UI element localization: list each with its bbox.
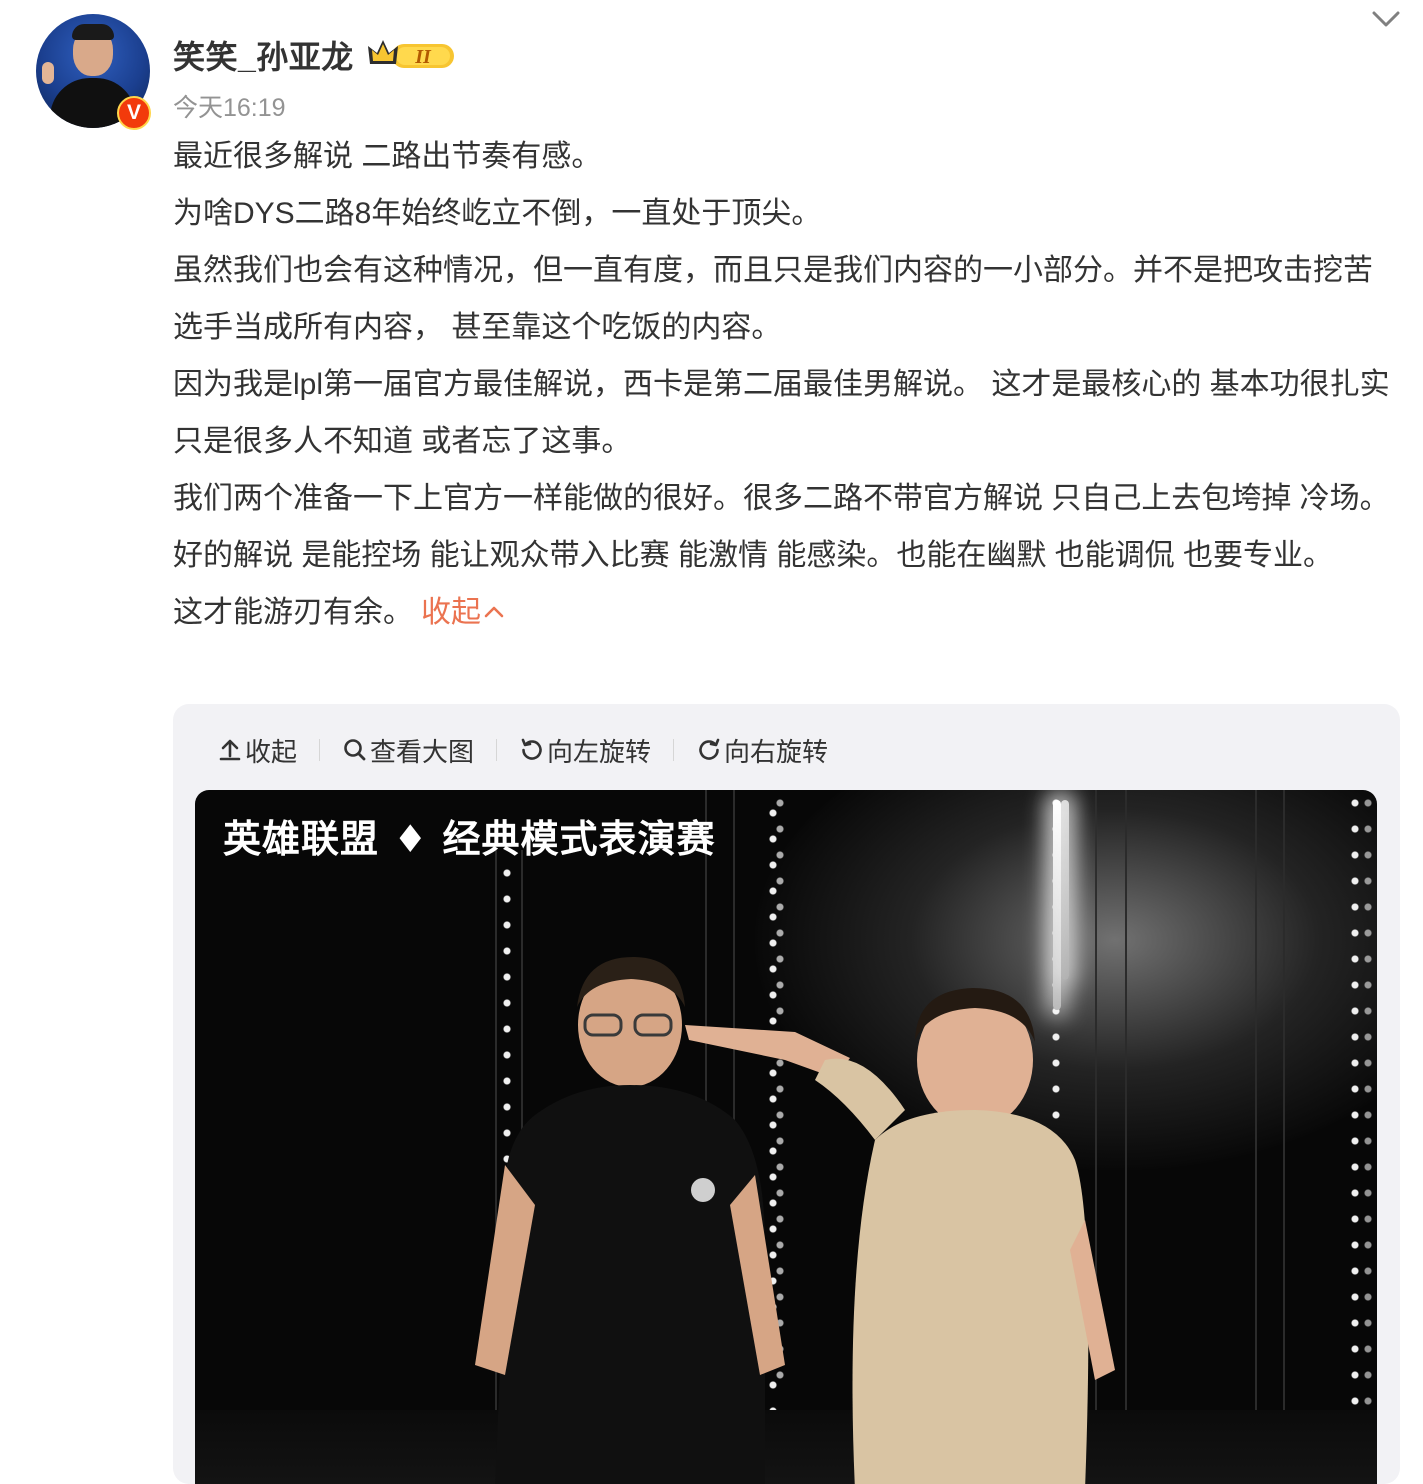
view-large-button[interactable]: 查看大图 [342,732,474,769]
rotate-right-button[interactable]: 向右旋转 [696,732,828,769]
post-timestamp[interactable]: 今天16:19 [173,88,286,124]
stage-truss [1255,790,1285,1484]
rotate-right-label: 向右旋转 [724,736,829,767]
person-right [685,988,1115,1484]
rotate-right-icon [699,738,720,760]
chevron-down-icon[interactable] [1370,6,1402,32]
post-paragraph: 我们两个准备一下上官方一样能做的很好。很多二路不带官方解说 只自己上去包垮掉 冷… [173,482,1390,515]
led-column [1363,790,1373,1484]
post-paragraph: 为啥DYS二路8年始终屹立不倒，一直处于顶尖。 [173,197,822,230]
rotate-left-button[interactable]: 向左旋转 [519,732,651,769]
verified-badge: V [117,96,151,130]
view-large-label: 查看大图 [370,736,475,767]
image-viewer-card: 收起 查看大图 向左旋转 向右旋转 英雄联盟 ♦ 经典模式表演赛 [173,704,1400,1484]
toolbar-divider [673,739,675,761]
collapse-text-link[interactable]: 收起 [421,596,505,629]
led-column [1350,790,1360,1484]
username[interactable]: 笑笑_孙亚龙 [173,32,354,78]
rotate-left-icon [521,738,542,760]
post-paragraph-last: 好的解说 是能控场 能让观众带入比赛 能激情 能感染。也能在幽默 也能调侃 也要… [173,527,1353,641]
chevron-up-icon [484,606,504,618]
crown-icon[interactable]: II [366,36,458,72]
post-body: 最近很多解说 二路出节奏有感。 为啥DYS二路8年始终屹立不倒，一直处于顶尖。 … [173,128,1413,641]
collapse-text-label: 收起 [421,596,481,629]
vip-level: II [414,46,432,68]
image-toolbar: 收起 查看大图 向左旋转 向右旋转 [217,730,828,770]
post-paragraph: 虽然我们也会有这种情况，但一直有度，而且只是我们内容的一小部分。并不是把攻击挖苦… [173,254,1373,344]
toolbar-divider [496,739,498,761]
toolbar-divider [319,739,321,761]
photo-caption: 英雄联盟 ♦ 经典模式表演赛 [223,817,716,861]
collapse-image-button[interactable]: 收起 [217,732,297,769]
stage-light [1061,800,1069,980]
post-paragraph: 最近很多解说 二路出节奏有感。 [173,140,602,173]
avatar-thumb [42,62,54,84]
post-paragraph: 好的解说 是能控场 能让观众带入比赛 能激情 能感染。也能在幽默 也能调侃 也要… [173,539,1334,629]
upload-arrow-icon [219,739,241,761]
search-icon [344,739,366,761]
post-photo[interactable]: 英雄联盟 ♦ 经典模式表演赛 [195,790,1377,1484]
post-paragraph: 因为我是lpl第一届官方最佳解说，西卡是第二届最佳男解说。 这才是最核心的 基本… [173,368,1390,458]
collapse-image-label: 收起 [245,736,298,767]
rotate-left-label: 向左旋转 [547,736,652,767]
avatar-hair [72,24,114,40]
